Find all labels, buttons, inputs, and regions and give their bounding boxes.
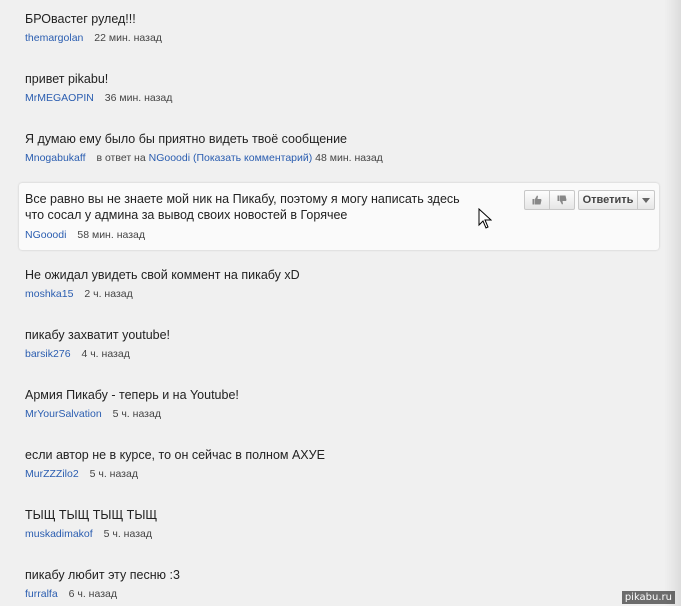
comment-meta: furralfa 6 ч. назад [25,588,545,601]
comment-text: Я думаю ему было бы приятно видеть твоё … [25,132,348,146]
comment-text: пикабу захватит youtube! [25,328,171,342]
comment-meta: MurZZZilo2 5 ч. назад [25,468,545,481]
comment: Не ожидал увидеть свой коммент на пикабу… [25,267,545,301]
comment: если автор не в курсе, то он сейчас в по… [25,447,545,481]
comment-time: 6 ч. назад [68,588,117,600]
comment: пикабу захватит youtube! barsik276 4 ч. … [25,327,545,361]
comment: пикабу любит эту песню :3 furralfa 6 ч. … [25,567,545,601]
comment-time: 36 мин. назад [104,92,173,104]
comment-author[interactable]: moshka15 [25,288,73,300]
dislike-button[interactable] [550,190,575,210]
comment-text: пикабу любит эту песню :3 [25,568,180,582]
watermark: pikabu.ru [621,591,675,604]
comment-time: 48 мин. назад [315,152,383,164]
comment-meta: MrYourSalvation 5 ч. назад [25,408,545,421]
comment-author[interactable]: MrMEGAOPIN [25,92,94,104]
comment: Я думаю ему было бы приятно видеть твоё … [25,131,545,165]
comment-text: Не ожидал увидеть свой коммент на пикабу… [25,268,300,282]
comment-meta: Mnogabukaff в ответ на NGooodi (Показать… [25,152,545,165]
comment-time: 2 ч. назад [84,288,133,300]
comment-meta: NGooodi 58 мин. назад [25,229,465,242]
comment-meta: MrMEGAOPIN 36 мин. назад [25,92,545,105]
comment-text: Армия Пикабу - теперь и на Youtube! [25,388,239,402]
comment-meta: muskadimakof 5 ч. назад [25,528,545,541]
comment: ТЫЩ ТЫЩ ТЫЩ ТЫЩ muskadimakof 5 ч. назад [25,507,545,541]
comment-meta: themargolan 22 мин. назад [25,32,545,45]
page: БРОвастег рулед!!! themargolan 22 мин. н… [0,0,681,606]
comment-author[interactable]: MrYourSalvation [25,408,102,420]
comment-author[interactable]: muskadimakof [25,528,93,540]
comment-time: 5 ч. назад [103,528,152,540]
comment-author[interactable]: NGooodi [25,229,66,241]
comment-text: привет pikabu! [25,72,109,86]
comment-author[interactable]: furralfa [25,588,58,600]
comment-time: 5 ч. назад [89,468,138,480]
comment-meta: moshka15 2 ч. назад [25,288,545,301]
comment-text: ТЫЩ ТЫЩ ТЫЩ ТЫЩ [25,508,158,522]
reply-options-button[interactable] [638,190,655,210]
reply-button[interactable]: Ответить [578,190,638,210]
comment-highlighted: Все равно вы не знаете мой ник на Пикабу… [25,191,465,242]
comment: БРОвастег рулед!!! themargolan 22 мин. н… [25,11,545,45]
thumbs-down-icon [557,195,567,205]
comment-meta: barsik276 4 ч. назад [25,348,545,361]
mouse-cursor-icon [478,208,492,229]
comment-time: 22 мин. назад [94,32,162,44]
comment-author[interactable]: themargolan [25,32,83,44]
comment-text: Все равно вы не знаете мой ник на Пикабу… [25,192,464,222]
dropdown-arrow-icon [642,197,650,203]
reply-to-label: в ответ на [96,152,146,164]
comment-author[interactable]: MurZZZilo2 [25,468,79,480]
comment-actions: Ответить [524,190,655,210]
comment: Армия Пикабу - теперь и на Youtube! MrYo… [25,387,545,421]
comment-time: 58 мин. назад [77,229,145,241]
comment-time: 5 ч. назад [112,408,161,420]
reply-to-link[interactable]: NGooodi (Показать комментарий) [149,152,313,164]
comment: привет pikabu! MrMEGAOPIN 36 мин. назад [25,71,545,105]
comment-author[interactable]: Mnogabukaff [25,152,86,164]
comment-author[interactable]: barsik276 [25,348,71,360]
thumbs-up-icon [532,195,542,205]
comment-text: БРОвастег рулед!!! [25,12,136,26]
comment-time: 4 ч. назад [81,348,130,360]
comment-text: если автор не в курсе, то он сейчас в по… [25,448,325,462]
like-button[interactable] [524,190,550,210]
